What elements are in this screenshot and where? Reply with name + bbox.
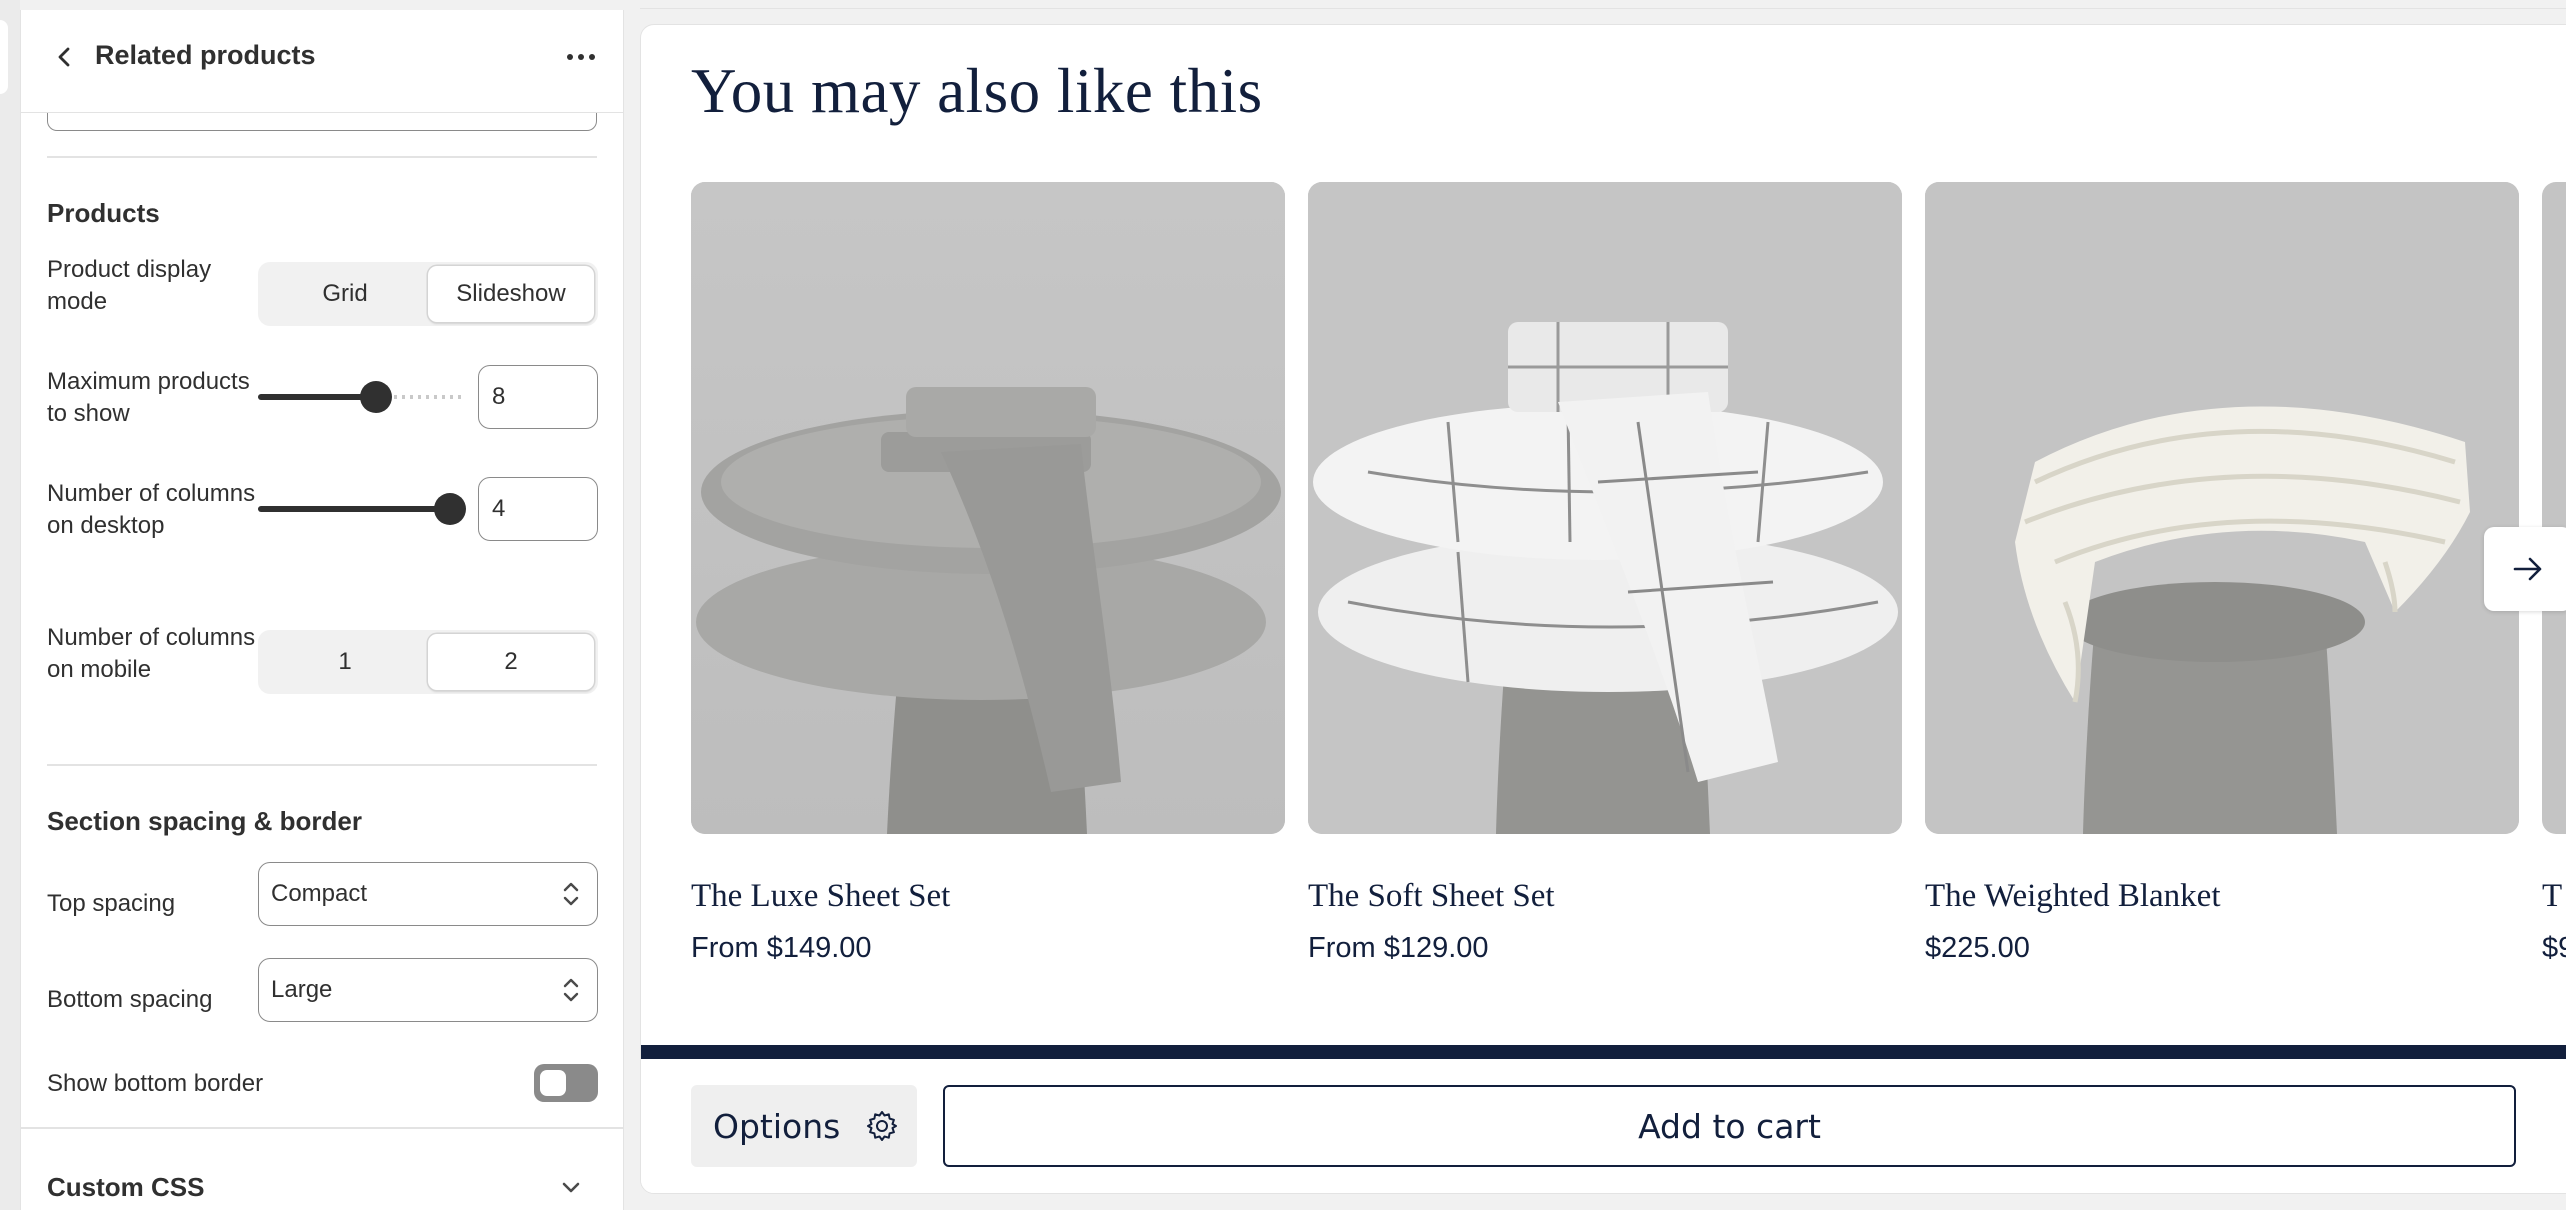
products-section-title: Products (47, 198, 160, 228)
product-card[interactable]: The Luxe Sheet Set From $149.00 (691, 182, 1285, 964)
product-image[interactable] (1308, 182, 1902, 834)
section-heading: You may also like this (691, 56, 1263, 126)
bottom-spacing-label: Bottom spacing (47, 986, 213, 1013)
product-name[interactable]: T (2542, 878, 2562, 915)
sticky-add-to-cart-bar: Options Add to cart (641, 1045, 2566, 1193)
top-spacing-label: Top spacing (47, 890, 176, 917)
product-price: $225.00 (1925, 932, 2030, 964)
product-image[interactable] (691, 182, 1285, 834)
top-spacing-select[interactable]: Compact (258, 862, 598, 926)
divider (47, 764, 597, 766)
product-card[interactable]: The Soft Sheet Set From $129.00 (1308, 182, 1902, 964)
columns-mobile-label: Number of columns on mobile (47, 624, 256, 683)
settings-panel: Related products Products Product displa… (20, 10, 624, 1210)
product-card[interactable]: The Weighted Blanket $225.00 (1925, 182, 2519, 964)
display-mode-grid[interactable]: Grid (262, 266, 428, 322)
columns-mobile-toggle: 1 2 (258, 630, 598, 694)
toggle-knob (540, 1070, 566, 1096)
bottom-border-label: Show bottom border (47, 1070, 264, 1097)
product-name[interactable]: The Luxe Sheet Set (691, 878, 950, 915)
product-card[interactable]: T $9 (2542, 182, 2566, 964)
panel-header: Related products (21, 10, 623, 113)
more-horizontal-icon (567, 54, 573, 60)
bottom-spacing-value: Large (271, 976, 333, 1003)
more-dot (589, 54, 595, 60)
chevron-down-icon[interactable] (557, 1174, 585, 1202)
product-price: From $149.00 (691, 932, 872, 964)
product-image[interactable] (2542, 182, 2566, 834)
product-name[interactable]: The Soft Sheet Set (1308, 878, 1555, 915)
arrow-right-icon (2513, 557, 2542, 581)
display-mode-toggle: Grid Slideshow (258, 262, 598, 326)
columns-desktop-input[interactable]: 4 (478, 477, 598, 541)
more-dot (578, 54, 584, 60)
chevron-left-icon (58, 47, 70, 67)
display-mode-label: Product display mode (47, 256, 212, 315)
back-button[interactable] (43, 35, 87, 79)
bottom-border-toggle[interactable] (534, 1064, 598, 1102)
gear-icon (867, 1111, 897, 1141)
bottom-spacing-select[interactable]: Large (258, 958, 598, 1022)
slider-thumb[interactable] (360, 381, 393, 413)
select-chevron-icon (563, 978, 579, 1002)
luxe-sheet-image (691, 182, 1285, 834)
panel-title: Related products (95, 40, 316, 70)
options-button[interactable]: Options (691, 1085, 917, 1167)
select-chevron-icon (563, 882, 579, 906)
columns-mobile-1[interactable]: 1 (262, 634, 428, 690)
options-label: Options (713, 1106, 841, 1146)
sidebar-tab[interactable] (0, 20, 8, 94)
slider-fill (258, 506, 450, 512)
divider (21, 1127, 623, 1129)
add-to-cart-button[interactable]: Add to cart (943, 1085, 2516, 1167)
slider-thumb[interactable] (434, 493, 466, 525)
sticky-bar-top-border (641, 1045, 2566, 1059)
columns-mobile-2[interactable]: 2 (428, 634, 594, 690)
top-spacing-value: Compact (271, 880, 368, 907)
storefront-preview: You may also like this The Luxe Sheet Se… (640, 24, 2566, 1194)
spacing-section-title: Section spacing & border (47, 806, 362, 836)
columns-desktop-slider[interactable] (258, 489, 466, 529)
more-actions-button[interactable] (557, 35, 605, 79)
sidebar-strip (0, 0, 20, 1210)
max-products-input[interactable]: 8 (478, 365, 598, 429)
custom-css-title[interactable]: Custom CSS (47, 1172, 204, 1203)
slider-fill (258, 394, 377, 400)
display-mode-slideshow[interactable]: Slideshow (428, 266, 594, 322)
product-image[interactable] (1925, 182, 2519, 834)
product-name[interactable]: The Weighted Blanket (1925, 878, 2221, 915)
slideshow-next-button[interactable] (2484, 527, 2566, 611)
preview-top-edge (640, 0, 2566, 9)
product-price: From $129.00 (1308, 932, 1489, 964)
product-price: $9 (2542, 932, 2566, 964)
weighted-blanket-image (1925, 182, 2519, 834)
divider (47, 156, 597, 158)
soft-sheet-image (1308, 182, 1902, 834)
max-products-slider[interactable] (258, 377, 466, 417)
columns-desktop-label: Number of columns on desktop (47, 480, 256, 539)
max-products-label: Maximum products to show (47, 368, 250, 427)
